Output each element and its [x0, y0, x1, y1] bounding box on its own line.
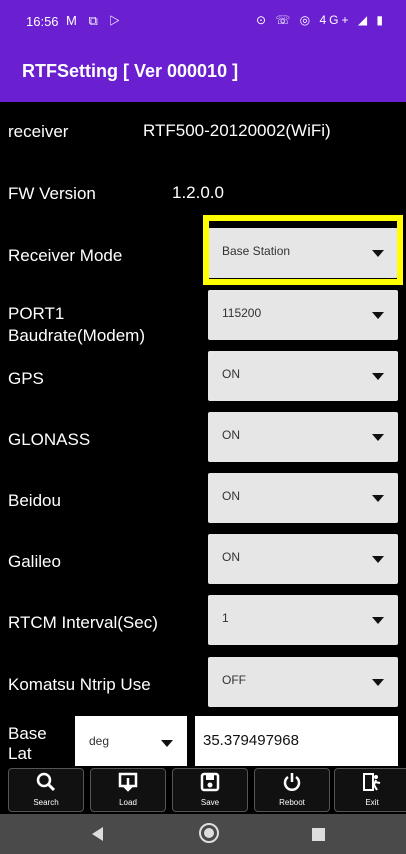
galileo-select[interactable]: ON [208, 534, 398, 584]
port1-baudrate-select[interactable]: 115200 [208, 290, 398, 340]
base-lat-input[interactable]: 35.379497968 [195, 716, 398, 766]
dropdown-arrow-icon [372, 434, 384, 441]
base-lat-label: Base Lat [8, 724, 47, 763]
highlight-box [203, 215, 403, 285]
dropdown-arrow-icon [372, 495, 384, 502]
exit-button-label: Exit [365, 798, 379, 807]
glonass-selected-value: ON [222, 428, 240, 442]
load-button-label: Load [119, 798, 137, 807]
komatsu-ntrip-select[interactable]: OFF [208, 657, 398, 707]
dropdown-arrow-icon [372, 617, 384, 624]
galileo-label: Galileo [8, 552, 61, 571]
port1-baudrate-selected-value: 115200 [222, 306, 262, 320]
exit-door-icon [335, 772, 406, 797]
glonass-select[interactable]: ON [208, 412, 398, 462]
receiver-value: RTF500-20120002(WiFi) [143, 121, 331, 140]
receiver-label: receiver [8, 122, 69, 141]
fw-version-label: FW Version [8, 184, 96, 203]
exit-button[interactable]: Exit [334, 768, 406, 812]
fw-version-value: 1.2.0.0 [172, 183, 224, 202]
search-button-label: Search [33, 798, 59, 807]
save-button[interactable]: Save [172, 768, 248, 812]
dropdown-arrow-icon [372, 679, 384, 686]
base-lat-unit-value: deg [89, 734, 110, 748]
home-dot-icon [204, 828, 214, 838]
gps-selected-value: ON [222, 367, 240, 381]
reboot-button[interactable]: Reboot [254, 768, 330, 812]
reboot-button-label: Reboot [279, 798, 305, 807]
system-navigation-bar [0, 814, 406, 854]
glonass-label: GLONASS [8, 430, 91, 449]
power-icon [255, 772, 329, 797]
gps-label: GPS [8, 369, 44, 388]
beidou-label: Beidou [8, 491, 61, 510]
save-button-label: Save [200, 798, 220, 807]
rtcm-interval-selected-value: 1 [222, 611, 229, 625]
beidou-selected-value: ON [222, 489, 240, 503]
dropdown-arrow-icon [372, 373, 384, 380]
receiver-mode-label: Receiver Mode [8, 246, 123, 265]
dropdown-arrow-icon [372, 312, 384, 319]
app-bar: RTFSetting [ Ver 000010 ] [0, 44, 406, 102]
base-lat-unit-select[interactable]: deg [75, 716, 187, 766]
gps-select[interactable]: ON [208, 351, 398, 401]
search-button[interactable]: Search [8, 768, 84, 812]
rtcm-interval-label: RTCM Interval(Sec) [8, 613, 158, 632]
dropdown-arrow-icon [372, 556, 384, 563]
status-time: 16:56 [26, 14, 59, 29]
system-status-icons: ⊙ ☏ ◎ 4G+ ◢ ▮ [255, 13, 386, 27]
floppy-disk-icon [173, 772, 247, 797]
base-lat-input-value: 35.379497968 [203, 732, 299, 749]
dropdown-arrow-icon [161, 740, 173, 747]
recent-apps-icon[interactable] [312, 828, 325, 841]
komatsu-ntrip-label: Komatsu Ntrip Use [8, 675, 151, 694]
load-button[interactable]: Load [90, 768, 166, 812]
back-icon[interactable] [92, 827, 103, 841]
port1-baudrate-label: PORT1 Baudrate(Modem) [8, 304, 146, 345]
app-title: RTFSetting [ Ver 000010 ] [22, 61, 239, 81]
beidou-select[interactable]: ON [208, 473, 398, 523]
komatsu-ntrip-selected-value: OFF [222, 673, 246, 687]
status-bar: 16:56 M ⧉ ▷ ⊙ ☏ ◎ 4G+ ◢ ▮ [0, 0, 406, 44]
download-icon [91, 772, 165, 797]
search-icon [9, 772, 83, 797]
bottom-toolbar: Search Load Save Reboot Exit [0, 766, 406, 814]
galileo-selected-value: ON [222, 550, 240, 564]
rtcm-interval-select[interactable]: 1 [208, 595, 398, 645]
notification-icons: M ⧉ ▷ [66, 13, 124, 28]
